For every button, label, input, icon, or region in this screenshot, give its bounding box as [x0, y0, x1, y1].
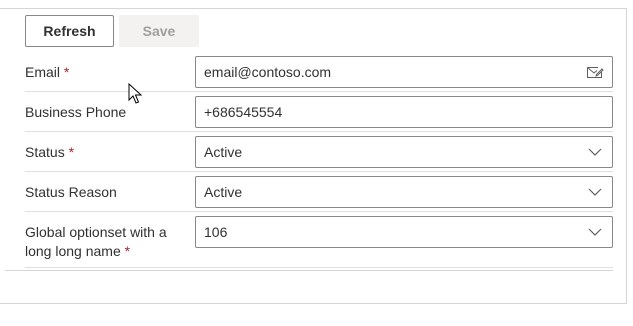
business-phone-row: Business Phone +686545554 — [25, 92, 613, 132]
status-label: Status * — [25, 144, 75, 160]
status-select[interactable]: Active — [195, 136, 613, 168]
email-row: Email * email@contoso.com — [25, 52, 613, 92]
required-marker: * — [63, 64, 70, 80]
global-optionset-row: Global optionset with a long long name *… — [25, 212, 613, 268]
refresh-button[interactable]: Refresh — [25, 15, 114, 47]
chevron-down-icon — [586, 143, 604, 161]
chevron-down-icon — [586, 223, 604, 241]
email-value: email@contoso.com — [204, 64, 332, 80]
global-optionset-select[interactable]: 106 — [195, 216, 613, 248]
status-reason-value: Active — [204, 184, 243, 200]
form: Email * email@contoso.com Business Phone… — [25, 52, 613, 268]
status-reason-label: Status Reason — [25, 184, 117, 200]
mail-compose-icon[interactable] — [586, 63, 604, 81]
mouse-cursor-icon — [128, 83, 143, 104]
required-marker: * — [124, 243, 131, 259]
status-value: Active — [204, 144, 243, 160]
toolbar: Refresh Save — [25, 15, 199, 47]
chevron-down-icon — [586, 183, 604, 201]
divider — [5, 270, 613, 271]
status-reason-select[interactable]: Active — [195, 176, 613, 208]
business-phone-value: +686545554 — [204, 104, 283, 120]
save-button: Save — [119, 15, 199, 47]
email-field[interactable]: email@contoso.com — [195, 56, 613, 88]
business-phone-label: Business Phone — [25, 104, 127, 120]
global-optionset-label: Global optionset with a long long name * — [25, 224, 167, 259]
status-row: Status * Active — [25, 132, 613, 172]
business-phone-field[interactable]: +686545554 — [195, 96, 613, 128]
status-reason-row: Status Reason Active — [25, 172, 613, 212]
required-marker: * — [68, 144, 75, 160]
email-label: Email * — [25, 64, 70, 80]
global-optionset-value: 106 — [204, 224, 228, 240]
